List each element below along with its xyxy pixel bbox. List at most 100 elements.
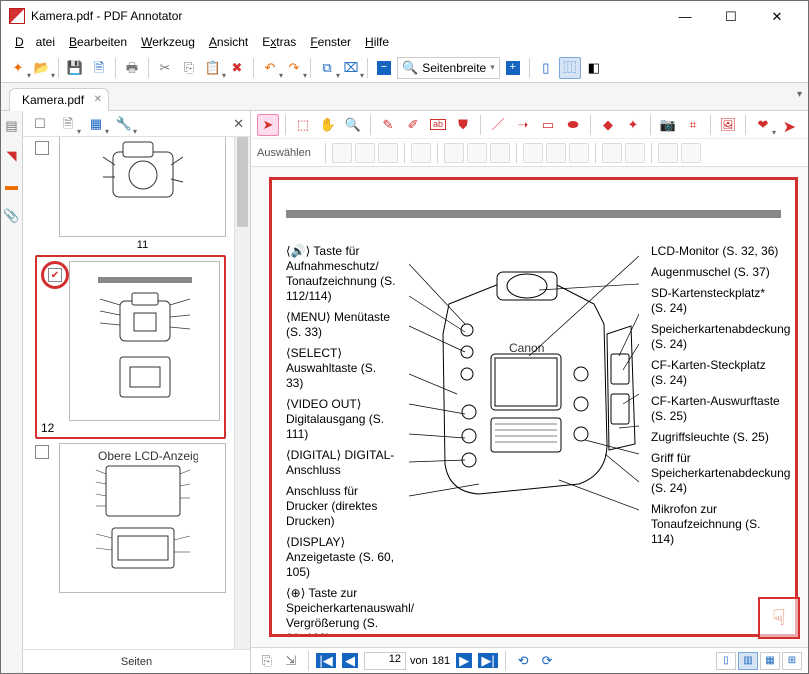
new-button[interactable]: ✦ <box>7 57 29 79</box>
thumbnail-11[interactable]: 11 <box>59 137 226 251</box>
paste-button[interactable]: 📋 <box>202 57 224 79</box>
view-continuous-button[interactable]: ▥ <box>738 652 758 670</box>
align-middle[interactable] <box>546 143 566 163</box>
minimize-button[interactable]: ― <box>662 1 708 31</box>
order-back[interactable] <box>681 143 701 163</box>
view-single-button[interactable]: ▯ <box>716 652 736 670</box>
tool-pan[interactable]: ✋ <box>317 114 339 136</box>
label-right-8: Mikrofon zur Tonaufzeichnung (S. 114) <box>651 502 781 547</box>
tool-arrow[interactable]: ➝ <box>512 114 534 136</box>
menu-edit[interactable]: Bearbeiten <box>63 33 133 51</box>
thumb-13-checkbox[interactable] <box>35 445 49 459</box>
tool-image[interactable]: 🖼 <box>717 114 739 136</box>
touch-mode-button[interactable]: ☟ <box>758 597 800 639</box>
tool-pointer[interactable]: ➤ <box>257 114 279 136</box>
panel-book-icon[interactable]: ▦ <box>85 113 107 135</box>
panel-close-icon[interactable]: ✕ <box>233 116 244 132</box>
sidetab-attachments-icon[interactable]: 📎 <box>4 207 20 223</box>
lock-button[interactable] <box>411 143 431 163</box>
maximize-button[interactable]: ☐ <box>708 1 754 31</box>
distrib-v[interactable] <box>625 143 645 163</box>
tabs-dropdown-icon[interactable]: ▾ <box>797 89 802 100</box>
tool-crop[interactable]: ⌗ <box>682 114 704 136</box>
undo-button[interactable]: ↶ <box>259 57 281 79</box>
nav-back-button[interactable]: ⟲ <box>513 651 533 671</box>
capture-button[interactable]: ⧉ <box>316 57 338 79</box>
menu-help[interactable]: Hilfe <box>359 33 395 51</box>
align-left[interactable] <box>444 143 464 163</box>
panel-check-icon[interactable]: ☐ <box>29 113 51 135</box>
redo-button[interactable]: ↷ <box>283 57 305 79</box>
tool-camera[interactable]: 📷 <box>657 114 679 136</box>
nav-last-button[interactable]: ▶| <box>478 651 498 671</box>
zoom-out-button[interactable]: − <box>373 57 395 79</box>
thumbnail-13[interactable]: Obere LCD-Anzeige <box>59 443 226 593</box>
tool-whiteout[interactable]: ✦ <box>622 114 644 136</box>
tool-zoom[interactable]: 🔍 <box>342 114 364 136</box>
delete-button[interactable]: ✖ <box>226 57 248 79</box>
menu-window[interactable]: Fenster <box>304 33 357 51</box>
sidetab-annotations-icon[interactable]: ▬ <box>4 177 20 193</box>
align-2[interactable] <box>355 143 375 163</box>
status-copy-icon[interactable]: ⎘ <box>257 651 277 671</box>
tool-eraser[interactable]: ◆ <box>597 114 619 136</box>
tool-ellipse[interactable]: ⬬ <box>562 114 584 136</box>
tool-line[interactable]: ／ <box>487 114 509 136</box>
nav-prev-button[interactable]: ◀ <box>340 651 360 671</box>
menu-view[interactable]: Ansicht <box>203 33 254 51</box>
thumbnail-scrollbar[interactable] <box>234 137 250 649</box>
thumb-11-checkbox[interactable] <box>35 141 49 155</box>
nav-forward-button[interactable]: ⟳ <box>537 651 557 671</box>
document-viewport[interactable]: ⟨🔊⟩ Taste für Aufnahmeschutz/ Tonaufzeic… <box>251 167 808 647</box>
menu-file[interactable]: Datei <box>9 33 61 51</box>
tool-marker[interactable]: ✐ <box>402 114 424 136</box>
sidetab-bookmarks-icon[interactable]: ◥ <box>4 147 20 163</box>
align-bottom[interactable] <box>569 143 589 163</box>
label-left-1: ⟨MENU⟩ Menütaste (S. 33) <box>286 310 396 340</box>
align-3[interactable] <box>378 143 398 163</box>
tool-text[interactable]: ab <box>427 114 449 136</box>
menu-tool[interactable]: Werkzeug <box>135 33 201 51</box>
open-button[interactable]: 📂 <box>31 57 53 79</box>
thumb-12-checkbox[interactable]: ✔ <box>48 268 62 282</box>
view-two-button[interactable]: ▦ <box>760 652 780 670</box>
panel-page-icon[interactable]: 🗎 <box>57 113 79 135</box>
align-top[interactable] <box>523 143 543 163</box>
view-two-cont-button[interactable]: ⊞ <box>782 652 802 670</box>
close-button[interactable]: ✕ <box>754 1 800 31</box>
align-right[interactable] <box>490 143 510 163</box>
thumbnail-12-selected[interactable]: ✔ <box>35 255 226 439</box>
nav-next-button[interactable]: ▶ <box>454 651 474 671</box>
tab-label: Kamera.pdf <box>22 93 84 107</box>
order-front[interactable] <box>658 143 678 163</box>
layout-1-button[interactable]: ▯ <box>535 57 557 79</box>
page-number-input[interactable]: 12 <box>364 652 406 670</box>
tool-rect[interactable]: ▭ <box>537 114 559 136</box>
print-button[interactable]: 🖶 <box>121 57 143 79</box>
layout-2-button[interactable]: ⿲ <box>559 57 581 79</box>
tool-pen[interactable]: ✎ <box>377 114 399 136</box>
align-1[interactable] <box>332 143 352 163</box>
align-center[interactable] <box>467 143 487 163</box>
menu-extras[interactable]: Extras <box>256 33 302 51</box>
save-button[interactable]: 💾 <box>64 57 86 79</box>
copy-button[interactable]: ⎘ <box>178 57 200 79</box>
distrib-h[interactable] <box>602 143 622 163</box>
status-export-icon[interactable]: ⇲ <box>281 651 301 671</box>
tool-favorite[interactable]: ❤ <box>752 114 774 136</box>
label-right-3: Speicherkartenabdeckung (S. 24) <box>651 322 781 352</box>
nav-first-button[interactable]: |◀ <box>316 651 336 671</box>
tab-kamera[interactable]: Kamera.pdf ✕ <box>9 88 109 111</box>
tool-stamp[interactable]: ⛊ <box>452 114 474 136</box>
snapshot-button[interactable]: ⌧ <box>340 57 362 79</box>
zoom-in-button[interactable]: + <box>502 57 524 79</box>
cut-button[interactable]: ✂ <box>154 57 176 79</box>
panel-wrench-icon[interactable]: 🔧 <box>113 113 135 135</box>
save-as-button[interactable]: 🗎 <box>88 57 110 79</box>
tab-close-icon[interactable]: ✕ <box>94 94 102 105</box>
layout-3-button[interactable]: ◧ <box>583 57 605 79</box>
tool-lasso[interactable]: ⬚ <box>292 114 314 136</box>
sidetab-pages-icon[interactable]: ▤ <box>4 117 20 133</box>
zoom-mode-select[interactable]: 🔍Seitenbreite▾ <box>397 57 500 79</box>
thumbnail-list[interactable]: 11 ✔ <box>23 137 250 649</box>
